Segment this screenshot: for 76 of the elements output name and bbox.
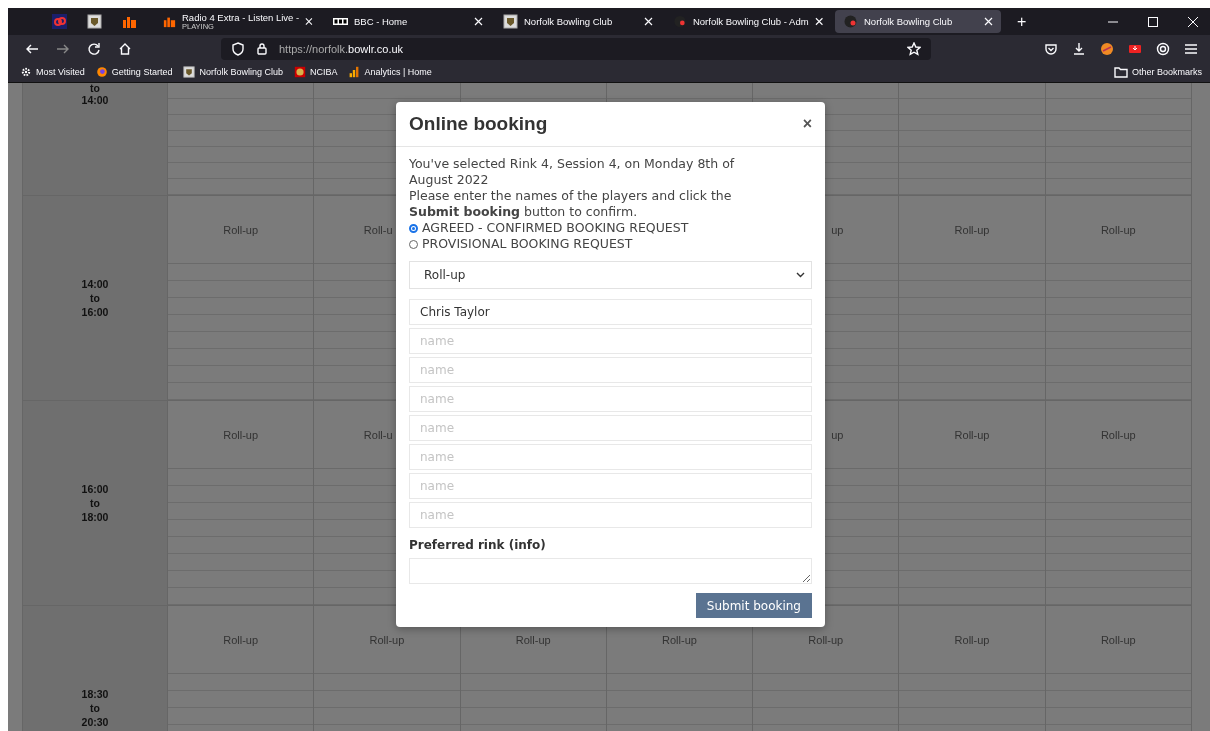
- player-name-field[interactable]: name: [409, 386, 812, 412]
- bookmark-link[interactable]: NCIBA: [293, 66, 338, 78]
- close-icon[interactable]: [1188, 16, 1198, 27]
- bookmark-link[interactable]: Most Visited: [20, 66, 85, 78]
- tab-title: Radio 4 Extra - Listen Live -: [182, 12, 300, 23]
- pinned-tab[interactable]: [122, 14, 137, 29]
- time-label: to: [90, 701, 100, 715]
- shield-icon[interactable]: [231, 41, 245, 56]
- globe-icon: [95, 66, 108, 78]
- time-label: to: [90, 83, 100, 95]
- crest-icon: [183, 66, 196, 78]
- pinned-tab[interactable]: [87, 14, 102, 29]
- player-name-field[interactable]: Chris Taylor: [409, 299, 812, 325]
- submit-button[interactable]: Submit booking: [695, 593, 812, 618]
- browser-tab[interactable]: Norfolk Bowling Club: [495, 10, 661, 33]
- time-label: 14:00: [81, 277, 109, 291]
- booking-summary: You've selected Rink 4, Session 4, on Monday 8th of August 2022: [409, 156, 736, 188]
- tab-title: Norfolk Bowling Club: [524, 16, 614, 27]
- player-name-field[interactable]: name: [409, 502, 812, 528]
- bowling-ball-icon: [673, 14, 687, 29]
- folder-icon: [1113, 65, 1128, 79]
- new-tab-button[interactable]: +: [1013, 12, 1031, 31]
- close-icon[interactable]: [305, 17, 313, 26]
- close-icon[interactable]: [644, 17, 653, 26]
- booking-type-select[interactable]: Roll-up: [409, 261, 812, 289]
- time-label: 16:00: [81, 482, 109, 496]
- caret-icon: [796, 272, 805, 278]
- download-icon[interactable]: [1072, 41, 1086, 56]
- bookmark-folder[interactable]: Other Bookmarks: [1113, 65, 1202, 79]
- radio-option[interactable]: PROVISIONAL BOOKING REQUEST: [409, 236, 812, 252]
- bookmark-link[interactable]: Getting Started: [95, 66, 173, 78]
- browser-tab[interactable]: Norfolk Bowling Club: [835, 10, 1001, 33]
- time-label: 16:00: [81, 305, 109, 319]
- menu-icon[interactable]: [1184, 41, 1198, 56]
- close-icon[interactable]: [814, 17, 823, 26]
- extension-icon[interactable]: [1100, 41, 1114, 56]
- crest-icon: [293, 66, 306, 78]
- home-icon[interactable]: [118, 41, 132, 56]
- bar-chart-icon: [348, 66, 361, 78]
- time-label: 20:30: [81, 715, 109, 729]
- preferred-rink-field[interactable]: [409, 558, 812, 584]
- tab-title: Norfolk Bowling Club - Adm: [692, 16, 809, 27]
- time-label: 18:00: [81, 510, 109, 524]
- pocket-icon[interactable]: [1044, 41, 1058, 56]
- player-name-field[interactable]: name: [409, 473, 812, 499]
- close-icon[interactable]: [984, 17, 993, 26]
- browser-tab[interactable]: BBC - Home: [325, 10, 491, 33]
- time-label: 18:30: [81, 687, 109, 701]
- maximize-icon[interactable]: [1148, 16, 1158, 27]
- bowling-ball-icon: [843, 14, 858, 29]
- tab-title: BBC - Home: [354, 16, 409, 27]
- reload-icon[interactable]: [87, 41, 101, 56]
- field-label: Preferred rink (info): [409, 537, 547, 553]
- time-label: to: [90, 291, 100, 305]
- time-label: 14:00: [81, 93, 109, 107]
- gear-icon: [20, 66, 32, 78]
- bookmark-link[interactable]: Analytics | Home: [348, 66, 432, 78]
- dialog-title: Online booking: [409, 113, 548, 135]
- star-icon[interactable]: [907, 41, 921, 56]
- pinned-tab[interactable]: [52, 14, 67, 29]
- player-name-field[interactable]: name: [409, 415, 812, 441]
- instruction-text: Please enter the names of the players and click the Submit booking button to confirm.: [409, 188, 733, 220]
- close-icon[interactable]: [474, 17, 483, 26]
- close-button[interactable]: ×: [802, 115, 812, 133]
- time-label: to: [90, 496, 100, 510]
- extension-icon[interactable]: [1156, 41, 1170, 56]
- radio-option[interactable]: AGREED - CONFIRMED BOOKING REQUEST: [409, 220, 812, 236]
- browser-tab[interactable]: Norfolk Bowling Club - Adm: [665, 10, 831, 33]
- crest-icon: [503, 14, 518, 29]
- url-field[interactable]: https://norfolk.bowlr.co.uk: [279, 42, 404, 55]
- lock-icon[interactable]: [255, 41, 269, 56]
- player-name-field[interactable]: name: [409, 444, 812, 470]
- tab-title: Norfolk Bowling Club: [864, 16, 954, 27]
- player-name-field[interactable]: name: [409, 328, 812, 354]
- bookmark-link[interactable]: Norfolk Bowling Club: [183, 66, 283, 78]
- player-name-field[interactable]: name: [409, 357, 812, 383]
